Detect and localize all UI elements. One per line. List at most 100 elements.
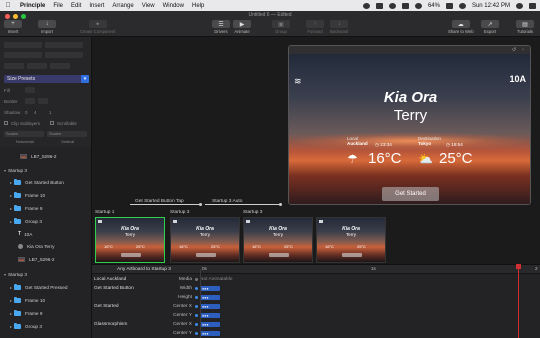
timeline-transition-label[interactable]: Any Artboard to Startup 3 [117,267,171,272]
timeline-header: Any Artboard to Startup 3 [92,265,540,274]
layer-item[interactable]: ▸ Frame 10 [0,295,92,305]
thumb-name: Terry [200,232,210,237]
timeline-row[interactable]: Local Auckland Media Not Animatable [92,275,540,284]
artboard-startup-3[interactable]: Kia Ora Terry 16°C 25°C [243,217,313,263]
clip-checkbox[interactable] [4,121,8,125]
shadow-x[interactable]: 0 [25,110,31,115]
curve-bar[interactable]: ●●● [200,286,220,291]
timeline-row[interactable]: Center Y ●●● [92,329,540,338]
rewind-icon[interactable]: ↺ [512,47,516,53]
forward-tool[interactable]: ↑ Forward [306,20,324,34]
rotation-field[interactable] [27,63,47,69]
layer-item[interactable]: T 10A [0,229,92,239]
opacity-field[interactable] [50,63,70,69]
keyframe-dot[interactable] [195,323,198,326]
animate-tool[interactable]: ▶ Animate [233,20,251,34]
size-presets-dropdown[interactable]: Size Presets ▾ [4,75,89,83]
timeline-row[interactable]: Get Started Center X ●●● [92,302,540,311]
artboard-startup-3[interactable]: Kia Ora Terry 16°C 25°C [170,217,240,263]
timer-icon[interactable] [388,2,396,9]
curve-bar[interactable]: ●●● [200,331,220,336]
shadow-blur[interactable]: 1 [49,110,59,115]
fill-swatch[interactable] [25,87,35,93]
thumb-local-temp: 16°C [104,244,113,249]
curve-bar[interactable]: ●●● [200,322,220,327]
keyframe-dot[interactable] [195,332,198,335]
tutorials-tool[interactable]: ▤ Tutorials [516,20,534,34]
artboard-startup-1[interactable]: Kia Ora Terry 16°C 25°C [95,217,165,263]
layer-item[interactable]: ▸ Group 3 [0,216,92,226]
menu-app-name[interactable]: Principle [20,3,45,9]
user-name: Terry [393,107,428,124]
search-icon[interactable] [516,2,523,9]
height-field[interactable] [45,52,83,58]
notification-center-icon[interactable] [529,2,536,9]
wifi-icon[interactable] [414,2,422,9]
menu-help[interactable]: Help [192,3,204,9]
preview-window[interactable]: ↺ ▫ ≋ 10A Kia Ora Terry Local Auckland ◷… [288,45,531,205]
clock[interactable]: Sun 12:42 PM [472,3,510,9]
keyframe-dot[interactable] [195,305,198,308]
artboard-4[interactable]: Kia Ora Terry 16°C 25°C [316,217,386,263]
battery-icon[interactable] [445,2,453,9]
radius-field[interactable] [4,63,24,69]
get-started-button[interactable]: Get Started [382,187,439,201]
backward-tool[interactable]: ↓ Backward [330,20,348,34]
sunset-glow [289,132,530,150]
timeline-row[interactable]: Glassmorphism Center X ●●● [92,320,540,329]
menu-insert[interactable]: Insert [89,3,104,9]
scrollable-checkbox[interactable] [50,121,54,125]
artboard-title[interactable]: Startup 3 [243,210,262,215]
layer-item[interactable]: ▸ Frame 9 [0,203,92,213]
timeline-row[interactable]: Get Started Button Width ●●● [92,284,540,293]
artboard-title[interactable]: Startup 1 [95,210,114,215]
layer-item[interactable]: LB7_5296-2 [0,151,92,161]
border-width-field[interactable] [38,98,48,104]
timeline-property: Center Y [173,331,192,336]
layer-item[interactable]: LB7_5296-2 [0,254,92,264]
layer-item[interactable]: ▸ Group 3 [0,321,92,331]
drivers-tool[interactable]: ☰ Drivers [212,20,230,34]
curve-bar[interactable]: ●●● [200,313,220,318]
width-field[interactable] [4,52,42,58]
y-field[interactable] [45,42,83,48]
create-component-tool[interactable]: ✦ Create Component [80,20,115,34]
layer-item[interactable]: ▸ Get Started Button [0,177,92,187]
import-tool[interactable]: ↓ Import [38,20,56,34]
dropbox-icon[interactable] [375,2,383,9]
menu-view[interactable]: View [142,3,155,9]
keyframe-dot[interactable] [195,314,198,317]
layer-item[interactable]: ▸ Get Started Pressed [0,282,92,292]
timeline-row[interactable]: Height ●●● [92,293,540,302]
user-icon[interactable] [458,2,466,9]
status-app-icon[interactable] [362,2,370,9]
layer-group-startup-3[interactable]: ▾ Startup 3 [0,269,92,279]
device-icon[interactable]: ▫ [522,47,524,53]
playhead[interactable] [518,264,519,338]
menu-edit[interactable]: Edit [71,3,81,9]
keyframe-dot[interactable] [195,287,198,290]
share-to-web-tool[interactable]: ☁ Share to Web [448,20,474,34]
apple-icon[interactable]:  [4,2,12,9]
insert-tool[interactable]: + Insert [4,20,22,34]
menu-arrange[interactable]: Arrange [112,3,133,9]
layer-group-startup-3[interactable]: ▾ Startup 3 [0,165,92,175]
export-tool[interactable]: ↗ Export [481,20,499,34]
border-swatch[interactable] [25,98,35,104]
group-tool[interactable]: ▣ Group [272,20,290,34]
airline-logo-icon [319,220,323,223]
image-icon [20,153,27,159]
menu-window[interactable]: Window [163,3,184,9]
shadow-y[interactable]: 4 [34,110,46,115]
layer-item[interactable]: ▸ Frame 9 [0,308,92,318]
layer-item[interactable]: ▸ Frame 10 [0,190,92,200]
layer-item[interactable]: Kia Ora Terry [0,241,92,251]
artboard-title[interactable]: Startup 3 [170,210,189,215]
timeline-row[interactable]: Center Y ●●● [92,311,540,320]
keyframe-dot[interactable] [195,296,198,299]
menu-file[interactable]: File [53,3,63,9]
curve-bar[interactable]: ●●● [200,295,220,300]
bluetooth-icon[interactable] [401,2,409,9]
curve-bar[interactable]: ●●● [200,304,220,309]
x-field[interactable] [4,42,42,48]
